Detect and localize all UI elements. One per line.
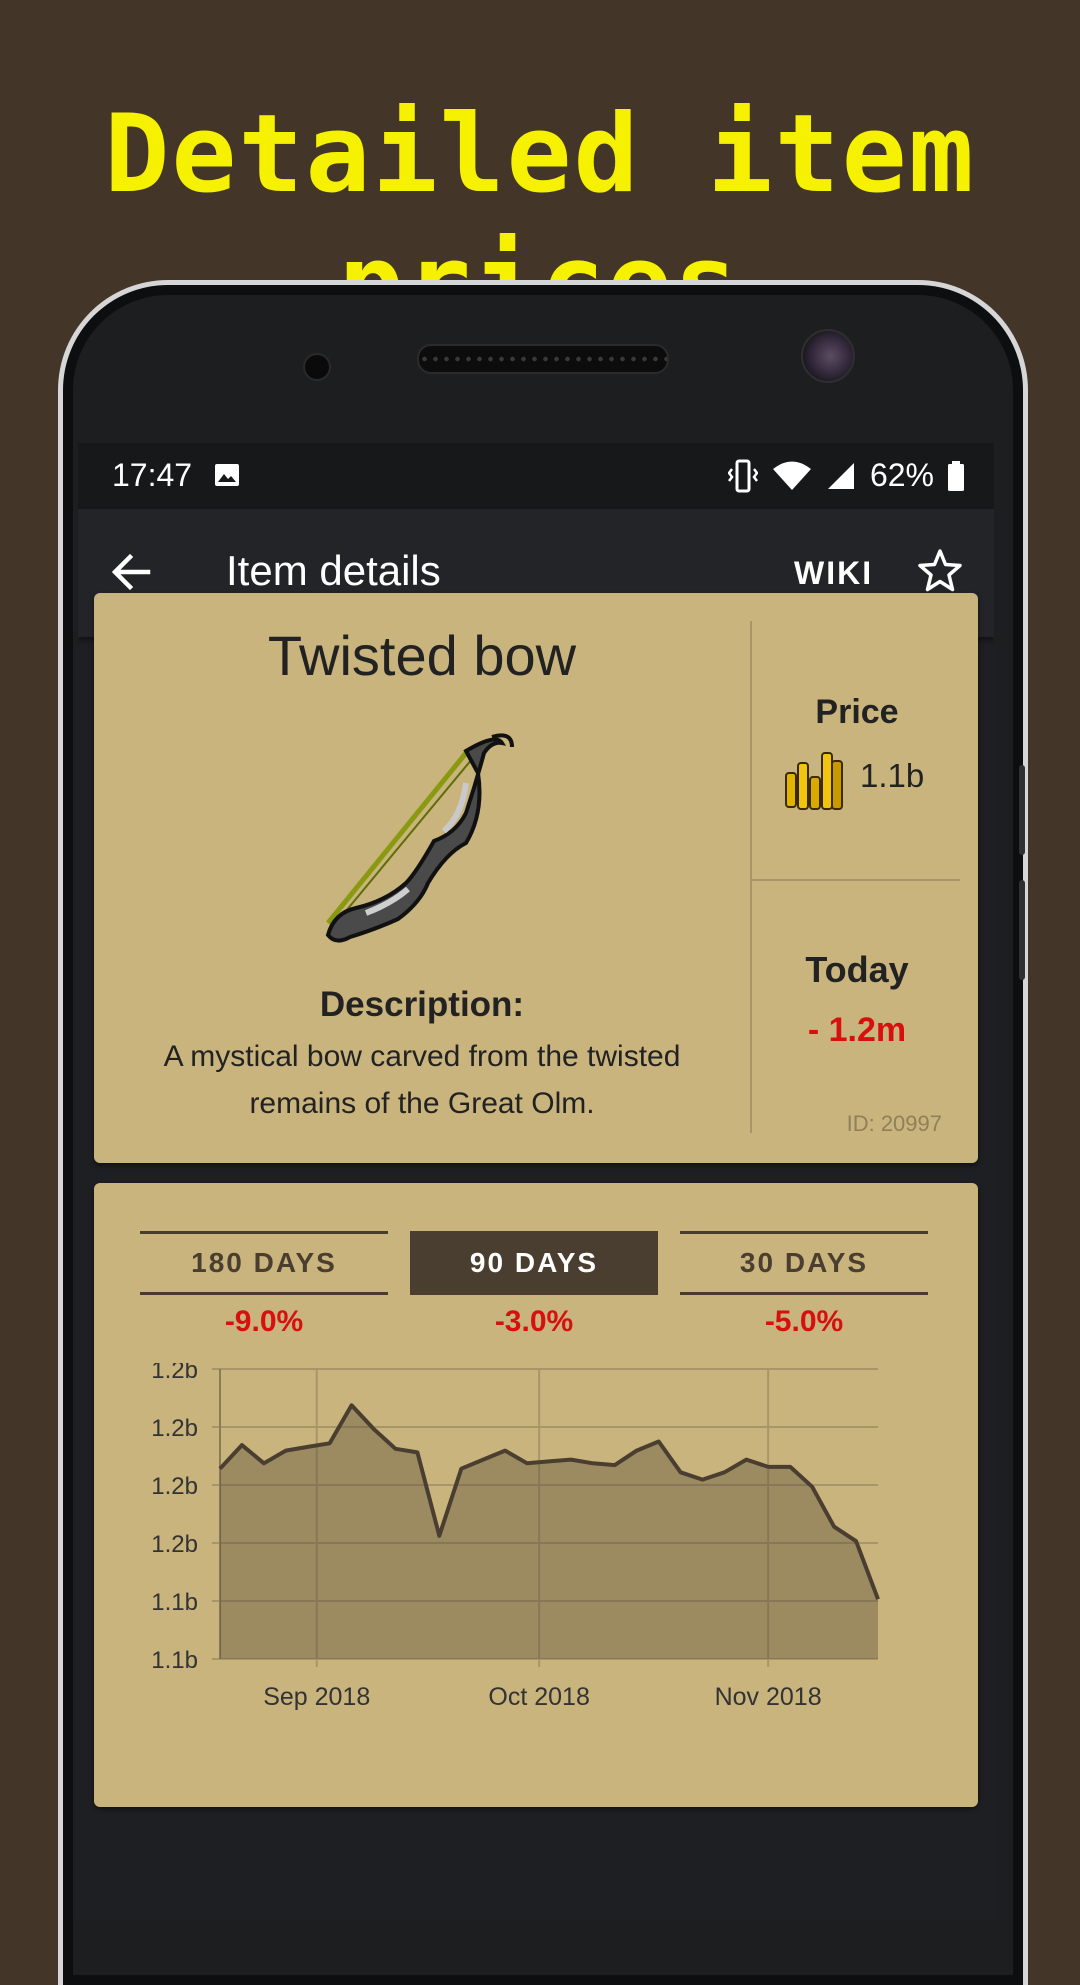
back-arrow-icon[interactable]: [108, 549, 154, 595]
change-90-days: -3.0%: [494, 1305, 574, 1338]
signal-icon: [827, 462, 854, 489]
x-tick-label: Oct 2018: [488, 1683, 589, 1711]
wifi-icon: [772, 461, 811, 490]
item-description: A mystical bow carved from the twisted r…: [163, 1040, 681, 1120]
sensor-dot: [303, 353, 331, 381]
app-screen: 17:47 62% Item details WIKI Twisted bow …: [78, 443, 994, 1920]
tab-30-days[interactable]: 30 DAYS: [680, 1231, 928, 1295]
tab-180-days[interactable]: 180 DAYS: [140, 1231, 388, 1295]
status-right: 62%: [727, 457, 964, 494]
price-label: Price: [815, 693, 899, 731]
tab-90-days[interactable]: 90 DAYS: [410, 1231, 658, 1295]
battery-icon: [948, 460, 964, 491]
coins-icon: [785, 752, 843, 810]
y-tick-label: 1.2b: [151, 1415, 198, 1442]
today-change: - 1.2m: [807, 1011, 907, 1049]
change-180-days: -9.0%: [224, 1305, 304, 1338]
x-tick-label: Nov 2018: [715, 1683, 822, 1711]
price-history-card: 180 DAYS 90 DAYS 30 DAYS -9.0% -3.0% -5.…: [94, 1183, 978, 1807]
twisted-bow-image: [325, 733, 514, 943]
page-title: Item details: [226, 547, 441, 594]
front-camera: [801, 329, 855, 383]
vibrate-icon: [727, 459, 758, 492]
y-tick-label: 1.1b: [151, 1647, 198, 1674]
favorite-star-icon[interactable]: [916, 547, 964, 595]
image-notification-icon: [215, 464, 239, 486]
volume-button: [1019, 765, 1025, 855]
description-heading: Description:: [319, 985, 525, 1024]
item-info-card: Twisted bow Description: A mystical bow …: [94, 593, 978, 1163]
wiki-button[interactable]: WIKI: [794, 555, 873, 592]
y-tick-label: 1.2b: [151, 1363, 198, 1384]
item-name: Twisted bow: [267, 624, 577, 687]
battery-percent: 62%: [869, 457, 934, 493]
change-30-days: -5.0%: [764, 1305, 844, 1338]
y-tick-label: 1.2b: [151, 1531, 198, 1558]
today-label: Today: [805, 949, 909, 990]
status-bar: 17:47 62%: [78, 443, 994, 509]
price-chart: 1.2b 1.2b 1.2b 1.2b 1.1b 1.1b Sep 2018 Oct 2018…: [151, 1363, 880, 1711]
horizontal-divider: [752, 879, 960, 881]
power-button: [1019, 880, 1025, 980]
status-time: 17:47: [112, 457, 193, 493]
price-value: 1.1b: [860, 757, 925, 794]
y-tick-label: 1.1b: [151, 1589, 198, 1616]
earpiece-speaker: [417, 344, 669, 374]
x-tick-label: Sep 2018: [263, 1683, 370, 1711]
period-tabs: 180 DAYS 90 DAYS 30 DAYS: [140, 1231, 936, 1295]
y-tick-label: 1.2b: [151, 1473, 198, 1500]
item-id: ID: 20997: [846, 1111, 942, 1136]
